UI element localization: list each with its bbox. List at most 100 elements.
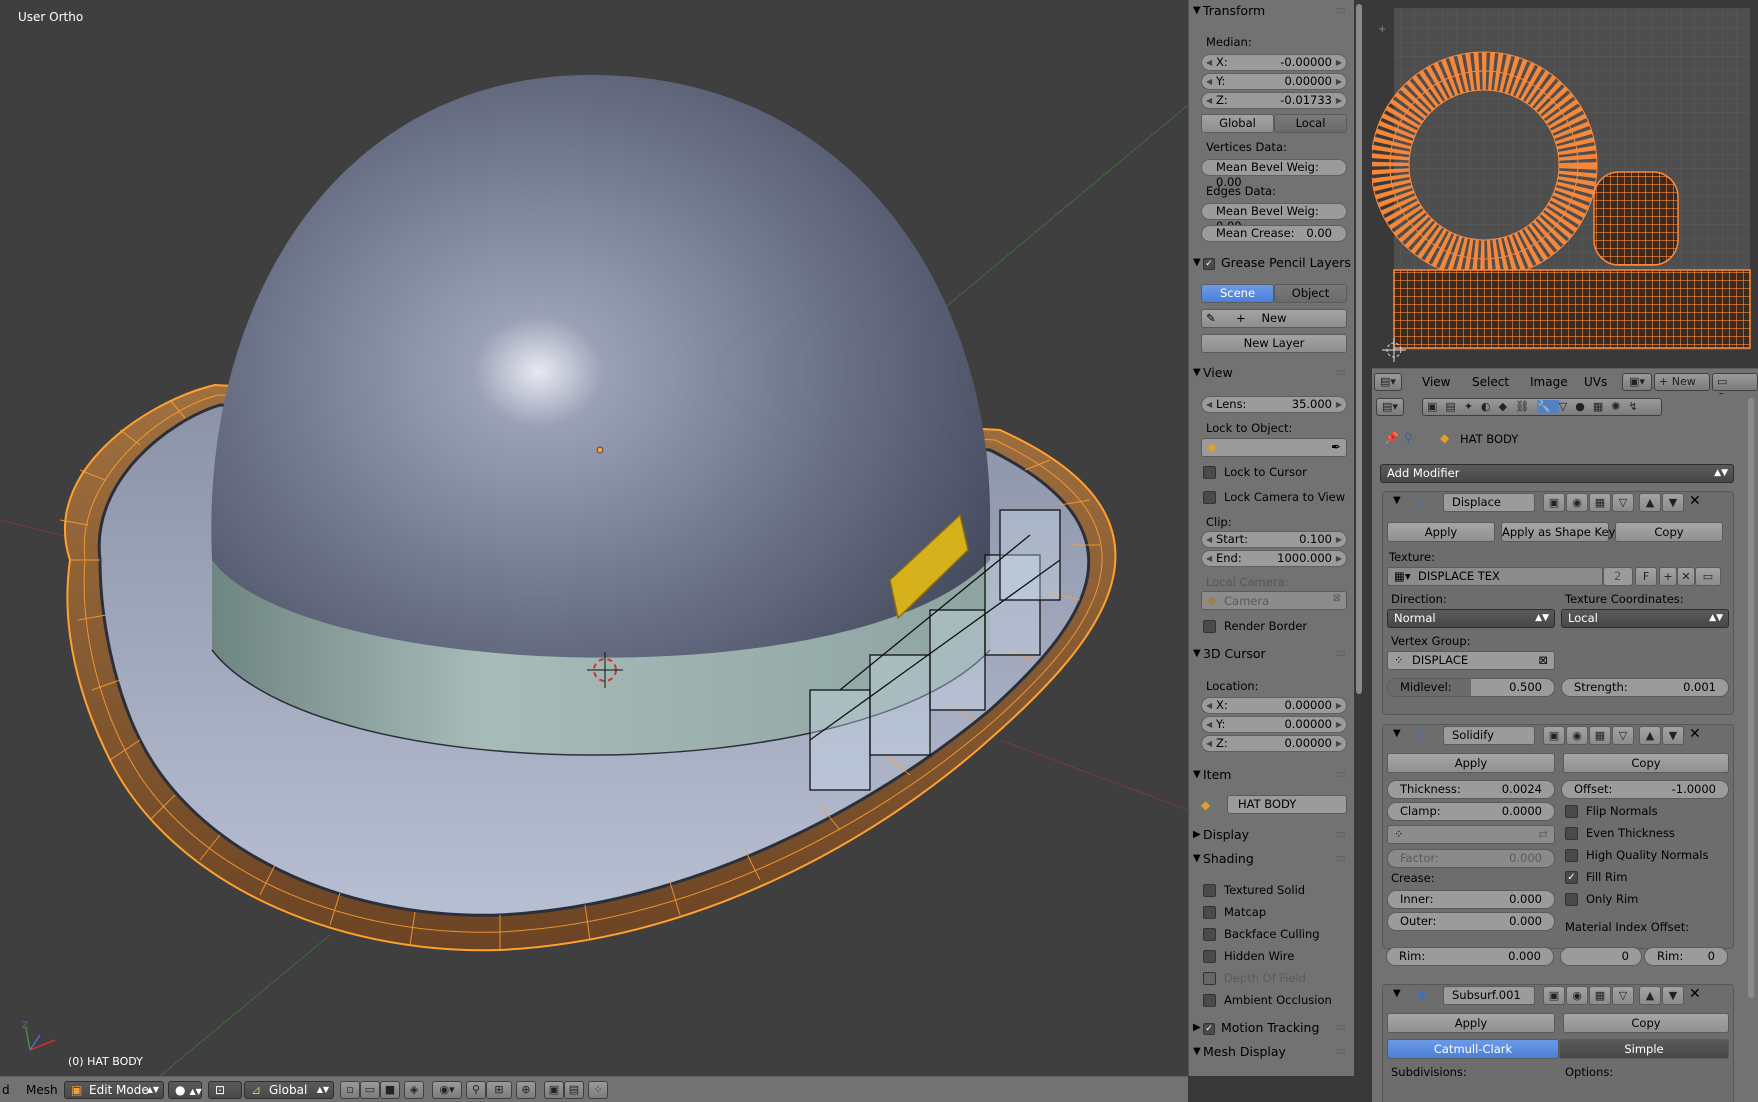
vertex-group-field[interactable]: ⁘ DISPLACE ⊠ [1387,651,1555,670]
checkbox-checked-icon[interactable]: ✓ [1203,257,1215,270]
physics-tab-icon[interactable]: ↯ [1628,400,1645,413]
ambient-occlusion-checkbox[interactable]: Ambient Occlusion [1203,993,1332,1007]
displace-apply-button[interactable]: Apply [1387,522,1495,542]
viewport-shading-selector[interactable]: ● ▲▼ [168,1081,202,1099]
lock-object-field[interactable]: ◆ ✒ [1201,438,1347,457]
uv-view-menu[interactable]: View [1422,373,1450,391]
shading-panel-header[interactable]: ▼ Shading:::: [1189,848,1354,870]
modifier-scrollbar[interactable] [1748,398,1754,998]
item-name-field[interactable]: HAT BODY [1227,795,1347,814]
on-cage-toggle-icon[interactable]: ▽ [1612,493,1634,512]
lock-to-cursor-checkbox[interactable]: Lock to Cursor [1203,465,1307,479]
viewport-toggle-icon[interactable]: ◉ [1566,986,1588,1005]
mean-crease-field[interactable]: Mean Crease: 0.00 [1201,225,1347,242]
editor-type-icon[interactable]: ▤▾ [1374,373,1402,391]
matcap-checkbox[interactable]: Matcap [1203,905,1266,919]
thickness-field[interactable]: Thickness: 0.0024 [1387,780,1555,799]
snap-target-icon[interactable]: ⊕ [516,1081,536,1099]
gp-object-toggle[interactable]: Object [1274,284,1347,303]
collapse-triangle-icon[interactable]: ▼ [1393,728,1401,739]
modifiers-tab-icon[interactable]: 🔧 [1537,400,1559,413]
crease-inner-field[interactable]: Inner: 0.000 [1387,890,1555,909]
render-tab-icon[interactable]: ▣ [1427,400,1445,413]
texture-coordinates-dropdown[interactable]: Local ▲▼ [1561,609,1729,628]
crease-outer-field[interactable]: Outer: 0.000 [1387,912,1555,931]
move-up-icon[interactable]: ▲ [1639,726,1661,745]
grease-pencil-panel-header[interactable]: ▼ ✓ Grease Pencil Layers [1189,252,1354,274]
editor-type-icon[interactable]: ▤▾ [1376,398,1404,416]
factor-field[interactable]: Factor: 0.000 [1387,849,1555,868]
solidify-vertex-group-field[interactable]: ⁘ ⇄ [1387,825,1555,844]
cursor-y-field[interactable]: ◀ Y: 0.00000 ▶ [1201,716,1347,733]
move-up-icon[interactable]: ▲ [1639,493,1661,512]
constraints-tab-icon[interactable]: ⛓ [1515,400,1537,413]
global-toggle[interactable]: Global [1201,114,1274,133]
drag-grip-icon[interactable]: :::: [1336,824,1347,846]
viewport-toggle-icon[interactable]: ◉ [1566,493,1588,512]
close-icon[interactable]: ✕ [1689,726,1701,742]
vertex-bevel-weight-field[interactable]: Mean Bevel Weig: 0.00 [1201,159,1347,189]
subsurf-apply-button[interactable]: Apply [1387,1013,1555,1033]
editmode-toggle-icon[interactable]: ▦ [1589,726,1611,745]
drag-grip-icon[interactable]: :::: [1336,0,1347,22]
render-toggle-icon[interactable]: ▣ [1543,986,1565,1005]
modifier-name-field[interactable]: Displace [1443,493,1535,512]
direction-dropdown[interactable]: Normal ▲▼ [1387,609,1555,628]
invert-icon[interactable]: ⇄ [1538,826,1548,843]
even-thickness-checkbox[interactable]: Even Thickness [1565,826,1675,840]
pin-icon[interactable]: 📌 [1384,431,1399,445]
cursor-panel-header[interactable]: ▼ 3D Cursor:::: [1189,643,1354,665]
drag-grip-icon[interactable]: :::: [1336,848,1347,870]
plus-icon[interactable]: + [1378,24,1386,35]
object-origin[interactable] [596,446,604,454]
median-x-field[interactable]: ◀ X: -0.00000 ▶ [1201,54,1347,71]
modifier-name-field[interactable]: Subsurf.001 [1443,986,1535,1005]
cursor-z-field[interactable]: ◀ Z: 0.00000 ▶ [1201,735,1347,752]
item-panel-header[interactable]: ▼ Item:::: [1189,764,1354,786]
opengl-anim-icon[interactable]: ▤ [564,1081,584,1099]
displace-apply-shape-key-button[interactable]: Apply as Shape Key [1501,522,1615,542]
edge-select-icon[interactable]: ▭ [360,1081,380,1099]
move-down-icon[interactable]: ▼ [1662,726,1684,745]
context-tabs[interactable]: ▣▤✦◐◆⛓🔧▽●▦✺↯ [1422,398,1662,416]
render-toggle-icon[interactable]: ▣ [1543,726,1565,745]
drag-grip-icon[interactable]: :::: [1336,764,1347,786]
hidden-wire-checkbox[interactable]: Hidden Wire [1203,949,1294,963]
snap-toggle-icon[interactable]: ⚲ [466,1081,486,1099]
uv-uvs-menu[interactable]: UVs [1584,373,1607,391]
particles-tab-icon[interactable]: ✺ [1611,400,1628,413]
face-select-icon[interactable]: ■ [380,1081,400,1099]
opengl-render-icon[interactable]: ▣ [544,1081,564,1099]
material-rim-offset-field[interactable]: Rim: 0 [1644,947,1728,966]
mode-selector[interactable]: ▣ Edit Mode ▲▼ [64,1081,164,1099]
clamp-field[interactable]: Clamp: 0.0000 [1387,802,1555,821]
gp-new-button[interactable]: ✎ + New [1201,309,1347,328]
view-panel-header[interactable]: ▼ View:::: [1189,362,1354,384]
depth-of-field-checkbox[interactable]: Depth Of Field [1203,971,1306,985]
collapse-triangle-icon[interactable]: ▼ [1393,988,1401,999]
material-tab-icon[interactable]: ● [1575,400,1593,413]
simple-toggle[interactable]: Simple [1559,1039,1729,1059]
strength-field[interactable]: Strength: 0.001 [1561,678,1729,697]
snap-element-icon[interactable]: ⊞ [486,1081,512,1099]
render-layers-tab-icon[interactable]: ▤ [1445,400,1463,413]
layers-icon[interactable]: ⁘ [588,1081,608,1099]
drag-grip-icon[interactable]: :::: [1336,362,1347,384]
catmull-clark-toggle[interactable]: Catmull-Clark [1387,1039,1559,1059]
orientation-selector[interactable]: ⊿ Global ▲▼ [244,1081,334,1099]
uv-image-editor[interactable]: + [1372,0,1758,368]
clear-icon[interactable]: ⊠ [1538,652,1548,669]
image-browse-icon[interactable]: ▣▾ [1622,373,1652,391]
backface-culling-checkbox[interactable]: Backface Culling [1203,927,1320,941]
view-menu[interactable]: d [2,1081,10,1099]
fake-user-toggle[interactable]: F [1635,567,1657,586]
textured-solid-checkbox[interactable]: Textured Solid [1203,883,1305,897]
offset-field[interactable]: Offset: -1.0000 [1561,780,1729,799]
plus-icon[interactable]: + [1659,567,1677,586]
crease-rim-field[interactable]: Rim: 0.000 [1386,947,1554,966]
displace-copy-button[interactable]: Copy [1615,522,1723,542]
local-camera-field[interactable]: ◆ Camera ⊠ [1201,591,1347,610]
transform-panel-header[interactable]: ▼ Transform:::: [1189,0,1354,22]
high-quality-normals-checkbox[interactable]: High Quality Normals [1565,848,1708,862]
uv-new-image-button[interactable]: + New [1654,373,1710,391]
